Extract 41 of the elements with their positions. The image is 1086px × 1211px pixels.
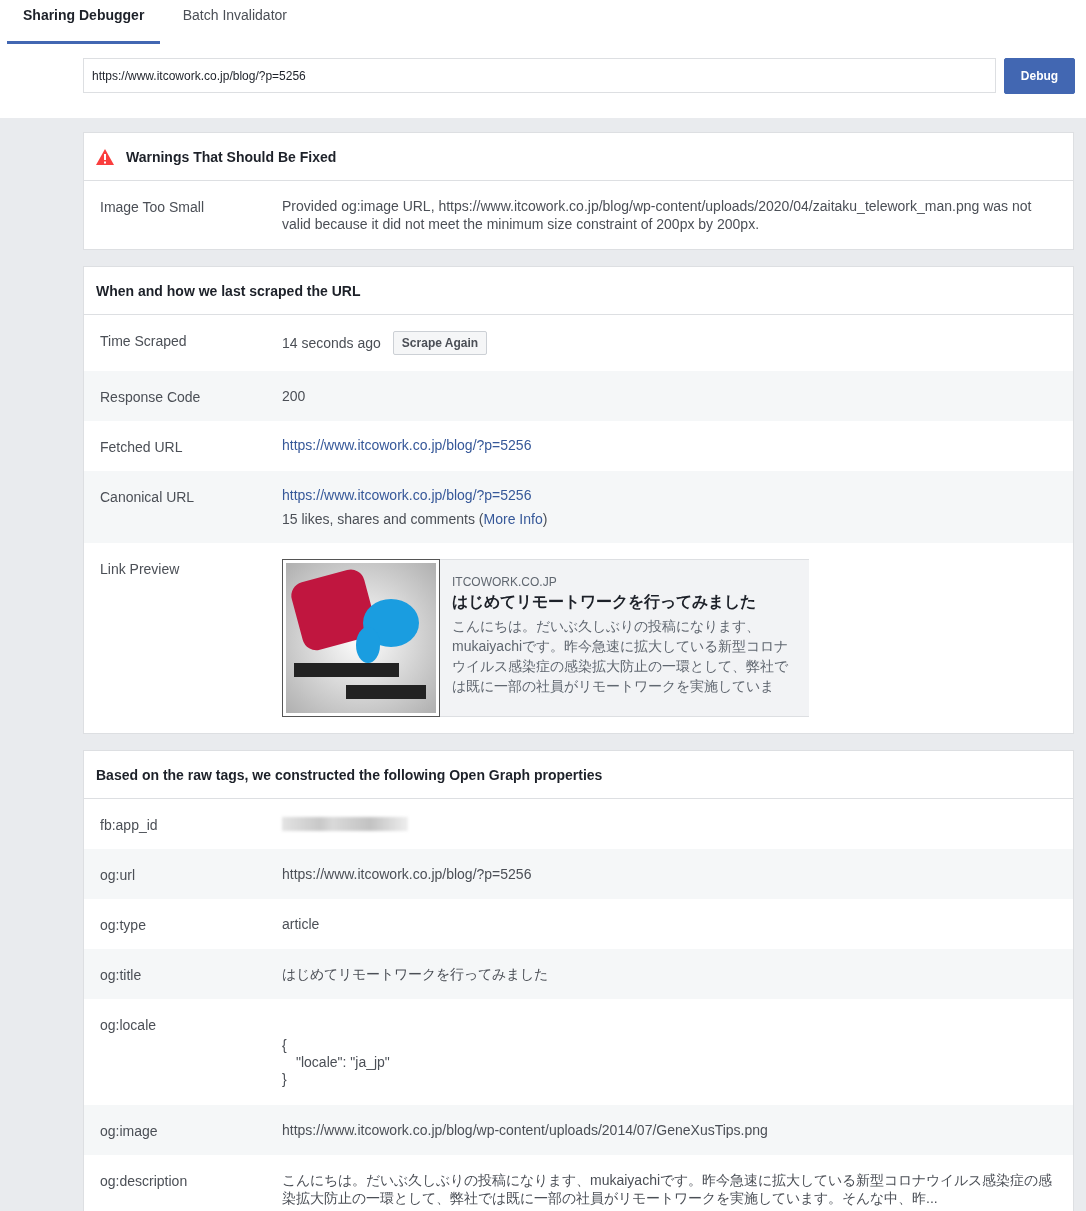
warning-icon <box>96 148 114 165</box>
debug-button[interactable]: Debug <box>1004 58 1075 94</box>
field-value: はじめてリモートワークを行ってみました <box>282 965 548 983</box>
scrape-again-button[interactable]: Scrape Again <box>392 331 488 355</box>
warning-message: Provided og:image URL, https://www.itcowork.co.jp/blog/wp-content/uploads/2020/04/zaitaku_telework_man.png was not valid because it did not meet the minimum size constraint of 200px by 200px. <box>282 197 1033 233</box>
preview-title: はじめてリモートワークを行ってみました <box>452 592 757 612</box>
field-label: Time Scraped <box>100 332 188 351</box>
field-label: og:type <box>100 916 147 933</box>
field-label: Link Preview <box>100 560 181 579</box>
field-label: og:image <box>100 1122 159 1139</box>
field-label: fb:app_id <box>100 816 159 833</box>
preview-domain: ITCOWORK.CO.JP <box>452 575 558 589</box>
url-link[interactable]: https://www.itcowork.co.jp/blog/?p=5256 <box>282 487 1057 503</box>
code-line: } <box>282 1071 288 1088</box>
section-title: Warnings That Should Be Fixed <box>126 148 337 165</box>
field-label: Response Code <box>100 388 202 405</box>
field-label: og:title <box>100 966 143 983</box>
field-label: og:description <box>100 1172 189 1191</box>
field-value: https://www.itcowork.co.jp/blog/wp-content/uploads/2014/07/GeneXusTips.png <box>282 1121 768 1139</box>
code-line: "locale": "ja_jp" <box>295 1054 390 1071</box>
field-label: Canonical URL <box>100 488 196 507</box>
section-title: When and how we last scraped the URL <box>96 282 361 299</box>
field-label: Image Too Small <box>100 198 205 217</box>
field-value: 14 seconds ago <box>282 334 381 352</box>
code-line: { <box>282 1037 288 1054</box>
field-value: 200 <box>282 387 306 405</box>
field-label: og:locale <box>100 1016 158 1035</box>
field-value: こんにちは。だいぶ久しぶりの投稿になります、mukaiyachiです。昨今急速に拡大している新型コロナウイルス感染症の感染拡大防止の一環として、弊社では既に一部の社員がリモートワークを実施しています。そんな中、昨... <box>282 1171 1054 1207</box>
field-value: https://www.itcowork.co.jp/blog/?p=5256 <box>282 865 532 883</box>
field-label: og:url <box>100 866 137 883</box>
section-title: Based on the raw tags, we constructed the following Open Graph properties <box>96 766 603 783</box>
tab[interactable]: Sharing Debugger <box>7 0 161 44</box>
engagement-note: 15 likes, shares and comments (More Info) <box>282 511 549 527</box>
field-value: article <box>282 915 320 933</box>
url-input[interactable]: https://www.itcowork.co.jp/blog/?p=5256 <box>83 58 996 93</box>
more-info-link[interactable]: More Info <box>483 511 543 527</box>
field-label: Fetched URL <box>100 438 184 455</box>
tab[interactable]: Batch Invalidator <box>160 0 310 44</box>
url-link[interactable]: https://www.itcowork.co.jp/blog/?p=5256 <box>282 437 532 455</box>
preview-card[interactable]: ITCOWORK.CO.JP はじめてリモートワークを行ってみました こんにちは。だいぶ久しぶりの投稿になります、mukaiyachiです。昨今急速に拡大している新型コロナウイルス感染症の感染拡大防止の一環として、弊社では既に一部の社員がリモートワークを実施していま <box>440 559 809 717</box>
preview-description: こんにちは。だいぶ久しぶりの投稿になります、mukaiyachiです。昨今急速に拡大している新型コロナウイルス感染症の感染拡大防止の一環として、弊社では既に一部の社員がリモートワークを実施していま <box>452 617 790 696</box>
